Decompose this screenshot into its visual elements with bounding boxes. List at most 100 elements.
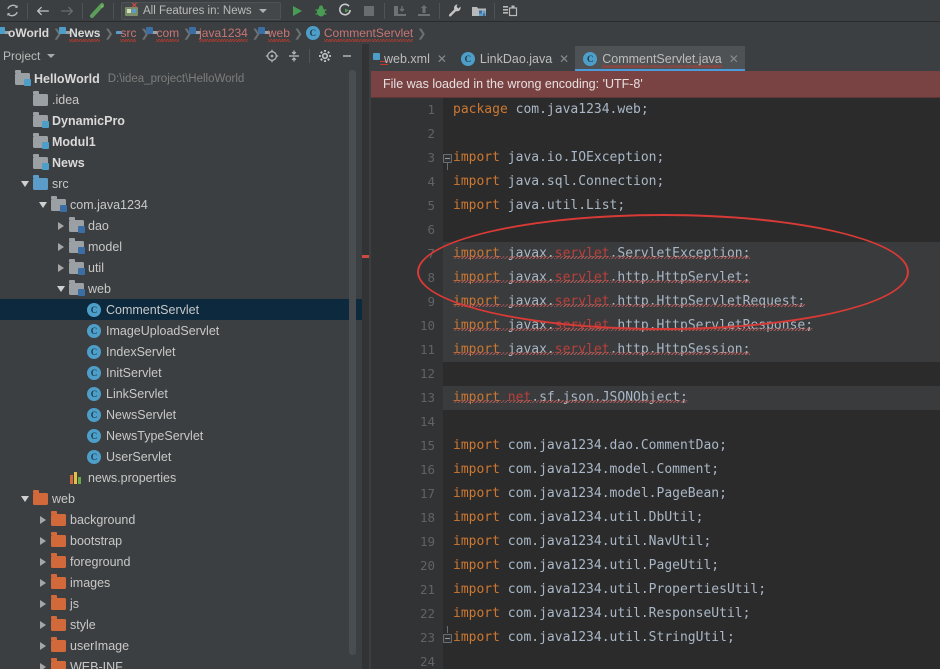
tree-item-images[interactable]: images <box>0 572 362 593</box>
code-line[interactable] <box>443 362 940 386</box>
project-panel-scrollbar[interactable] <box>349 70 356 655</box>
code-line[interactable]: import javax.servlet.http.HttpSession; <box>443 338 940 362</box>
editor-tab-linkdao-java[interactable]: C LinkDao.java ✕ <box>453 46 575 71</box>
tree-item-linkservlet[interactable]: C LinkServlet <box>0 383 362 404</box>
code-line[interactable] <box>443 410 940 434</box>
chevron-right-icon[interactable] <box>54 257 67 278</box>
chevron-down-icon[interactable] <box>18 488 31 509</box>
code-line[interactable]: import java.io.IOException; <box>443 146 940 170</box>
deploy-icon[interactable] <box>412 1 436 21</box>
breadcrumb-item-oworld[interactable]: oWorld <box>0 22 52 44</box>
chevron-down-icon[interactable] <box>258 8 267 13</box>
tree-item-newsservlet[interactable]: C NewsServlet <box>0 404 362 425</box>
tree-item-bootstrap[interactable]: bootstrap <box>0 530 362 551</box>
line-number[interactable]: 20 <box>371 554 443 578</box>
code-line[interactable]: import net.sf.json.JSONObject; <box>443 386 940 410</box>
close-icon[interactable]: ✕ <box>729 52 739 66</box>
breadcrumb-item-commentservlet[interactable]: C CommentServlet <box>302 22 416 44</box>
close-icon[interactable]: ✕ <box>437 52 447 66</box>
code-line[interactable]: import com.java1234.util.PropertiesUtil; <box>443 578 940 602</box>
back-arrow-icon[interactable] <box>31 1 55 21</box>
line-number[interactable]: 18 <box>371 506 443 530</box>
compile-icon[interactable] <box>86 1 110 21</box>
chevron-down-icon[interactable] <box>47 54 56 58</box>
run-configuration-selector[interactable]: ✕ All Features in: News <box>121 1 281 20</box>
chevron-right-icon[interactable] <box>36 530 49 551</box>
line-number[interactable]: 21 <box>371 578 443 602</box>
project-tree[interactable]: HelloWorld D:\idea_project\HelloWorld .ide… <box>0 68 362 669</box>
tree-item-news[interactable]: News <box>0 152 362 173</box>
locate-icon[interactable] <box>262 46 282 66</box>
code-line[interactable]: import com.java1234.util.DbUtil; <box>443 506 940 530</box>
breadcrumb-item-news[interactable]: News <box>61 22 103 44</box>
code-line[interactable]: import com.java1234.dao.CommentDao; <box>443 434 940 458</box>
tree-item-style[interactable]: style <box>0 614 362 635</box>
code-line[interactable] <box>443 650 940 669</box>
line-number[interactable]: 19 <box>371 530 443 554</box>
line-number[interactable]: 2 <box>371 122 443 146</box>
line-number[interactable]: 12 <box>371 362 443 386</box>
close-icon[interactable]: ✕ <box>559 52 569 66</box>
tree-item-js[interactable]: js <box>0 593 362 614</box>
code-line[interactable]: import com.java1234.util.ResponseUtil; <box>443 602 940 626</box>
tree-item-web-inf[interactable]: WEB-INF <box>0 656 362 669</box>
code-content[interactable]: package com.java1234.web; import java.io.… <box>443 98 940 669</box>
code-line[interactable] <box>443 218 940 242</box>
code-line[interactable]: import javax.servlet.ServletException; <box>443 242 940 266</box>
line-number[interactable]: 10 <box>371 314 443 338</box>
tree-item--idea[interactable]: .idea <box>0 89 362 110</box>
editor-tab-web-xml[interactable]: web.xml ✕ <box>371 46 453 71</box>
line-number[interactable]: 16 <box>371 458 443 482</box>
code-line[interactable]: import com.java1234.util.PageUtil; <box>443 554 940 578</box>
code-line[interactable]: import java.sql.Connection; <box>443 170 940 194</box>
line-number[interactable]: 14 <box>371 410 443 434</box>
settings-wrench-icon[interactable] <box>443 1 467 21</box>
code-line[interactable]: import com.java1234.model.PageBean; <box>443 482 940 506</box>
chevron-right-icon[interactable] <box>54 215 67 236</box>
code-line[interactable] <box>443 122 940 146</box>
chevron-down-icon[interactable] <box>36 194 49 215</box>
stop-icon[interactable] <box>357 1 381 21</box>
tree-item-util[interactable]: util <box>0 257 362 278</box>
tree-item-web[interactable]: web <box>0 278 362 299</box>
tree-item-web[interactable]: web <box>0 488 362 509</box>
run-coverage-icon[interactable] <box>333 1 357 21</box>
chevron-right-icon[interactable] <box>36 593 49 614</box>
update-app-icon[interactable] <box>388 1 412 21</box>
tree-item-src[interactable]: src <box>0 173 362 194</box>
chevron-right-icon[interactable] <box>36 614 49 635</box>
chevron-right-icon[interactable] <box>36 635 49 656</box>
line-number[interactable]: 9 <box>371 290 443 314</box>
tree-item-indexservlet[interactable]: C IndexServlet <box>0 341 362 362</box>
breadcrumb-item-com[interactable]: com <box>146 22 182 44</box>
line-number[interactable]: 1 <box>371 98 443 122</box>
tree-item-dao[interactable]: dao <box>0 215 362 236</box>
breadcrumb-item-web[interactable]: web <box>257 22 293 44</box>
tree-item-initservlet[interactable]: C InitServlet <box>0 362 362 383</box>
line-number[interactable]: 13 <box>371 386 443 410</box>
code-line[interactable]: import javax.servlet.http.HttpServletRes… <box>443 314 940 338</box>
line-number[interactable]: 8 <box>371 266 443 290</box>
tree-item-model[interactable]: model <box>0 236 362 257</box>
tree-item-userservlet[interactable]: C UserServlet <box>0 446 362 467</box>
tree-item-helloworld[interactable]: HelloWorld D:\idea_project\HelloWorld <box>0 68 362 89</box>
tree-item-dynamicpro[interactable]: DynamicPro <box>0 110 362 131</box>
line-number[interactable]: 5 <box>371 194 443 218</box>
line-number[interactable]: 11 <box>371 338 443 362</box>
breadcrumb-item-java1234[interactable]: java1234 <box>189 22 251 44</box>
editor-tab-commentservlet-java[interactable]: C CommentServlet.java ✕ <box>575 46 745 71</box>
line-number[interactable]: 7 <box>371 242 443 266</box>
code-line[interactable]: import java.util.List; <box>443 194 940 218</box>
tree-item-background[interactable]: background <box>0 509 362 530</box>
breadcrumb-item-src[interactable]: src <box>112 22 139 44</box>
tree-item-commentservlet[interactable]: C CommentServlet <box>0 299 362 320</box>
chevron-right-icon[interactable] <box>36 509 49 530</box>
tree-item-newstypeservlet[interactable]: C NewsTypeServlet <box>0 425 362 446</box>
line-number[interactable]: 4 <box>371 170 443 194</box>
line-number[interactable]: 23 <box>371 626 452 650</box>
sync-icon[interactable] <box>0 1 24 21</box>
debug-icon[interactable] <box>309 1 333 21</box>
line-number[interactable]: 6 <box>371 218 443 242</box>
encoding-notification-bar[interactable]: File was loaded in the wrong encoding: '… <box>371 71 940 98</box>
code-editor[interactable]: 1234567891011121314151617181920212223242… <box>371 98 940 669</box>
